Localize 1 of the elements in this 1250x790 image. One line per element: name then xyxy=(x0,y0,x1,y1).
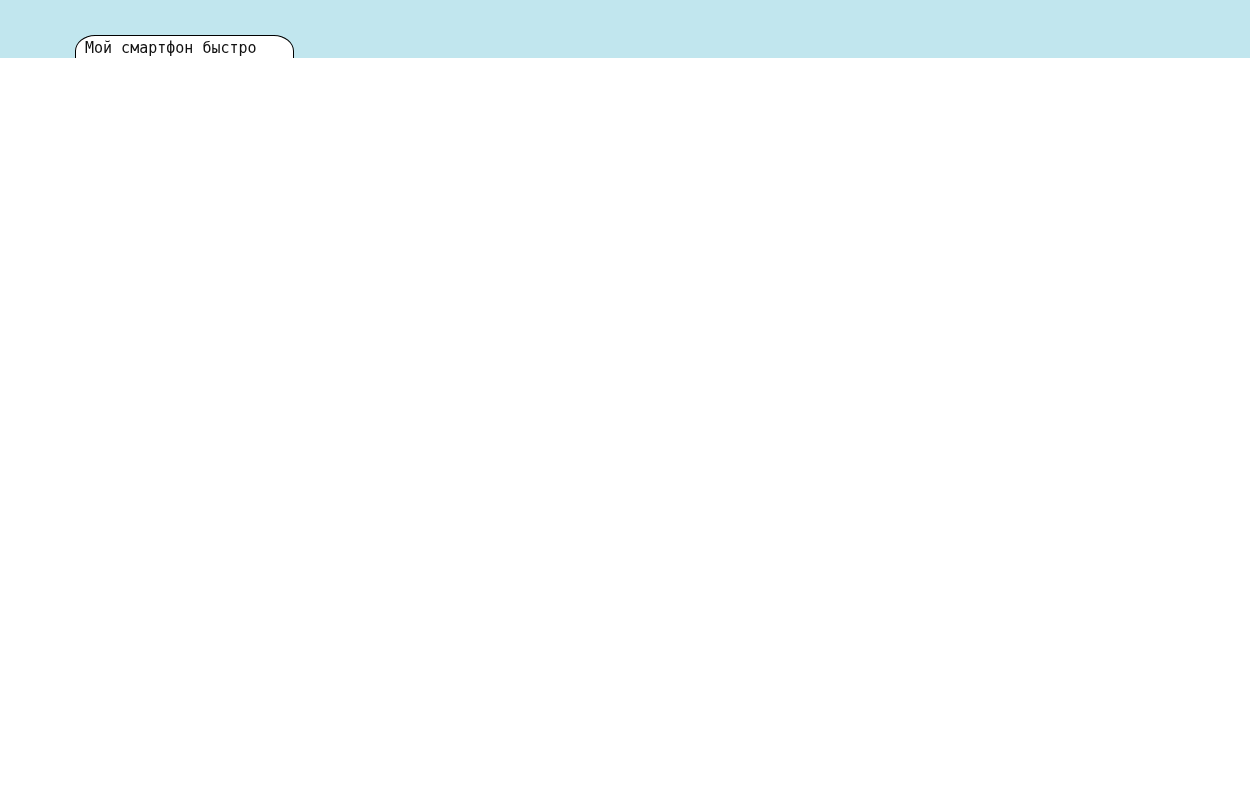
chat-bubble: Мой смартфон быстро xyxy=(75,35,294,58)
